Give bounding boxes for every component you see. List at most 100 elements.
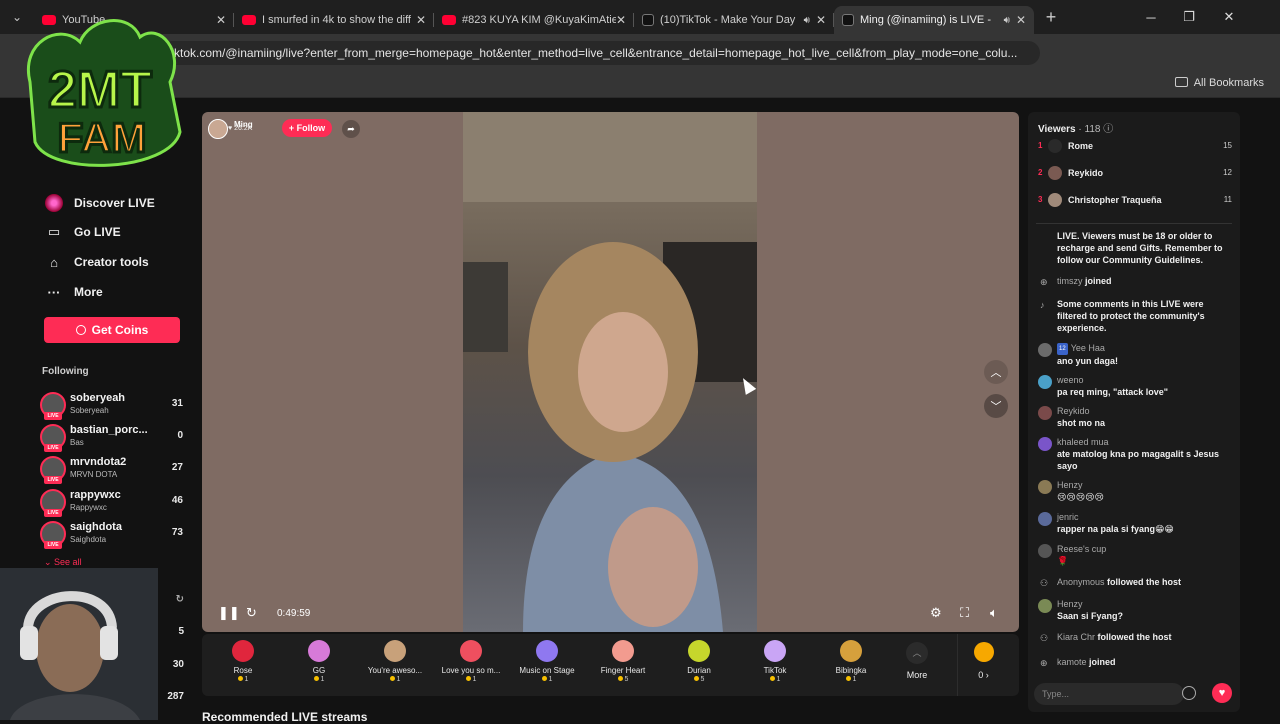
browser-tab[interactable]: I smurfed in 4k to show the diff ✕: [234, 6, 434, 34]
chat-message: ⚇ Kiara Chr followed the host: [1040, 632, 1172, 643]
gift-price: 1: [512, 676, 582, 683]
viewer-name: Rome: [1068, 141, 1094, 151]
follow-button[interactable]: + Follow: [282, 119, 332, 137]
share-icon[interactable]: ➦: [342, 120, 360, 138]
tab-audio-icon[interactable]: 🔊︎: [804, 15, 810, 26]
gift-item[interactable]: Rose 1: [208, 640, 278, 683]
refresh-stream-icon[interactable]: ↻: [246, 605, 257, 621]
bookmarks-bar: All Bookmarks: [0, 72, 1280, 98]
nav-creator-tools[interactable]: ⌂ Creator tools: [44, 253, 149, 271]
2mt-fam-logo: 2MT FAM: [26, 19, 182, 167]
minimize-icon[interactable]: ─: [1132, 0, 1170, 34]
viewer-count: 73: [171, 527, 183, 538]
tab-close-icon[interactable]: ✕: [416, 13, 426, 27]
live-badge: LIVE: [44, 476, 62, 484]
nav-go-live[interactable]: ▭ Go LIVE: [44, 223, 121, 241]
gift-item[interactable]: Finger Heart 5: [588, 640, 658, 683]
stream-duration: 0:49:59: [277, 608, 311, 619]
gift-item[interactable]: Love you so m... 1: [436, 640, 506, 683]
following-item[interactable]: LIVE bastian_porc... Bas 0: [40, 422, 186, 452]
get-coins-button[interactable]: Get Coins: [44, 317, 180, 343]
previous-live-arrow-icon[interactable]: ︿: [984, 360, 1008, 384]
fullscreen-icon[interactable]: ⛶: [960, 605, 969, 621]
following-subtitle: Soberyeah: [70, 406, 109, 415]
following-item[interactable]: LIVE saighdota Saighdota 73: [40, 519, 186, 549]
level-badge: 12: [1057, 343, 1068, 355]
close-window-icon[interactable]: ✕: [1210, 0, 1248, 34]
top-viewer-row[interactable]: 1 Rome 15: [1036, 138, 1232, 156]
volume-icon[interactable]: 🔈︎: [990, 605, 998, 621]
chat-input[interactable]: Type...: [1034, 683, 1184, 705]
following-item[interactable]: LIVE soberyeah Soberyeah 31: [40, 390, 186, 420]
nav-more[interactable]: ··· More: [44, 283, 103, 301]
coin-balance[interactable]: 0 ›: [957, 634, 1009, 696]
tab-close-icon[interactable]: ✕: [1016, 13, 1026, 27]
live-video-player[interactable]: Ming ♥ 26.2K + Follow ➦ ︿ ﹀ ❚❚ ↻ 0:49:59…: [202, 112, 1019, 632]
browser-tab[interactable]: (10)TikTok - Make Your Day 🔊︎ ✕: [634, 6, 834, 34]
avatar[interactable]: [1038, 480, 1052, 494]
all-bookmarks-folder[interactable]: All Bookmarks: [1174, 77, 1264, 89]
gift-name: Bibingka: [835, 666, 867, 675]
gift-price: 1: [816, 676, 886, 683]
emoji-icon[interactable]: [1182, 686, 1196, 700]
gift-icon: [308, 640, 330, 662]
refresh-icon[interactable]: ↻: [160, 594, 184, 605]
following-item[interactable]: LIVE rappywxc Rappywxc 46: [40, 487, 186, 517]
browser-tab[interactable]: Ming (@inamiing) is LIVE - 🔊︎ ✕: [834, 6, 1034, 34]
streamer-figure: [463, 112, 757, 632]
see-all-link[interactable]: ⌄ See all: [44, 557, 82, 568]
url-field[interactable]: tiktok.com/@inamiing/live?enter_from_mer…: [160, 41, 1040, 65]
following-heading: Following: [42, 366, 89, 377]
viewers-heading[interactable]: Viewers · 118 ⓘ: [1038, 120, 1113, 135]
tab-audio-icon[interactable]: 🔊︎: [1004, 15, 1010, 26]
address-bar: tiktok.com/@inamiing/live?enter_from_mer…: [0, 34, 1280, 95]
gift-item[interactable]: Durian 5: [664, 640, 734, 683]
chat-message: jenric rapper na pala si fyang😁😁: [1036, 511, 1232, 535]
nav-discover-live[interactable]: Discover LIVE: [44, 194, 155, 212]
next-live-arrow-icon[interactable]: ﹀: [984, 394, 1008, 418]
rank-number: 3: [1038, 195, 1043, 204]
new-tab-button[interactable]: +: [1034, 7, 1068, 28]
following-subtitle: Bas: [70, 438, 84, 447]
gift-bar: Rose 1 GG 1 You're aweso... 1 Love you so m...…: [202, 634, 1019, 696]
gift-item[interactable]: Music on Stage 1: [512, 640, 582, 683]
avatar[interactable]: [1038, 599, 1052, 613]
following-item[interactable]: LIVE mrvndota2 MRVN DOTA 27: [40, 454, 186, 484]
top-viewer-row[interactable]: 3 Christopher Traqueña 11: [1036, 192, 1232, 210]
viewer-name: Reykido: [1068, 168, 1104, 178]
gift-icon: [764, 640, 786, 662]
top-viewer-row[interactable]: 2 Reykido 12: [1036, 165, 1232, 183]
avatar[interactable]: [1038, 406, 1052, 420]
gift-item[interactable]: You're aweso... 1: [360, 640, 430, 683]
pause-icon[interactable]: ❚❚: [218, 605, 240, 621]
gift-more-button[interactable]: ︿ More: [897, 642, 937, 680]
viewer-score: 11: [1223, 195, 1232, 204]
tab-close-icon[interactable]: ✕: [816, 13, 826, 27]
following-name: soberyeah: [70, 392, 126, 404]
gift-item[interactable]: TikTok 1: [740, 640, 810, 683]
gift-item[interactable]: GG 1: [284, 640, 354, 683]
avatar[interactable]: [1038, 375, 1052, 389]
tab-close-icon[interactable]: ✕: [616, 13, 626, 27]
maximize-icon[interactable]: ❐: [1170, 0, 1208, 34]
gift-item[interactable]: Bibingka 1: [816, 640, 886, 683]
avatar[interactable]: [1038, 544, 1052, 558]
info-icon[interactable]: ⓘ: [1103, 124, 1113, 135]
side-count: 30: [172, 659, 184, 670]
host-avatar[interactable]: [208, 119, 228, 139]
chat-message: khaleed mua ate matolog kna po magagalit …: [1036, 436, 1232, 472]
avatar[interactable]: [1038, 512, 1052, 526]
settings-gear-icon[interactable]: ⚙: [930, 605, 942, 621]
tab-close-icon[interactable]: ✕: [216, 13, 226, 27]
chat-divider: [1036, 223, 1232, 224]
gift-name: Music on Stage: [519, 666, 575, 675]
viewer-score: 12: [1223, 168, 1232, 177]
viewer-count: 27: [171, 462, 183, 473]
gift-price: 5: [588, 676, 658, 683]
browser-tab[interactable]: #823 KUYA KIM @KuyaKimAtie ✕: [434, 6, 634, 34]
avatar[interactable]: [1038, 343, 1052, 357]
gift-price: 1: [436, 676, 506, 683]
heart-like-icon[interactable]: ♥: [1212, 683, 1232, 703]
avatar[interactable]: [1038, 437, 1052, 451]
gift-name: Durian: [687, 666, 711, 675]
